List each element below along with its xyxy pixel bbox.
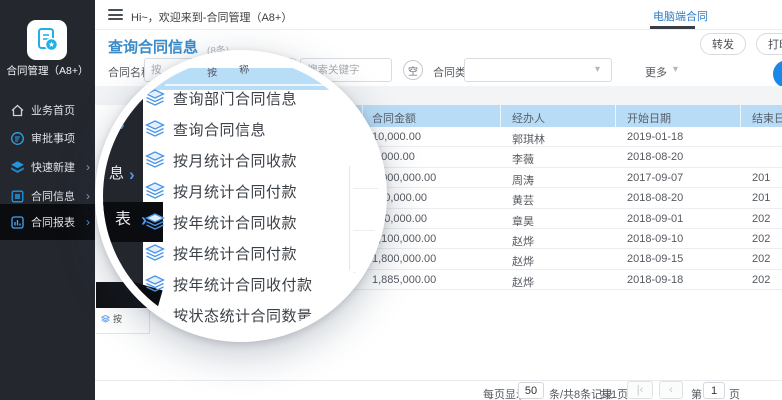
sidebar-item-quick-create[interactable]: 快速新建 ›: [0, 155, 95, 179]
magnifier-overlay: 按 称 › 息 › 表 › 查询部门合同信息 查询合同信息 按月统计合同收款 按…: [95, 50, 387, 342]
chevron-right-icon: ›: [86, 161, 90, 173]
page-number-input[interactable]: 1: [703, 382, 725, 399]
sidebar-item-contract-reports[interactable]: 合同报表 ›: [0, 210, 95, 234]
home-icon: [10, 103, 25, 118]
print-button[interactable]: 打印: [756, 33, 782, 55]
more-caret-icon: ▾: [673, 64, 678, 75]
page-unit-label: 页: [729, 386, 740, 400]
prev-page-button[interactable]: ‹: [659, 381, 683, 399]
flyout-menu-item[interactable]: 按月统计合同付款: [103, 180, 387, 202]
stack-icon: [145, 89, 165, 107]
chevron-right-icon: ›: [86, 216, 90, 228]
sidebar-item-approvals[interactable]: 审批事项: [0, 126, 95, 150]
flyout-menu-item[interactable]: 按年统计合同收付款: [103, 273, 387, 295]
greeting-text: Hi~，欢迎来到-合同管理（A8+）: [131, 9, 292, 25]
contract-doc-icon: ★: [34, 27, 60, 53]
page-title: 查询合同信息: [108, 36, 198, 57]
search-round-button[interactable]: [773, 60, 782, 88]
app-window: Hi~，欢迎来到-合同管理（A8+） 电脑端合同 查询合同信息 (8条) 转发 …: [0, 0, 782, 400]
header-start-date: 开始日期: [627, 110, 671, 126]
app-logo[interactable]: ★: [27, 20, 67, 60]
total-pages-label: 共1页: [600, 386, 628, 400]
flyout-menu-item[interactable]: 按状态统计合同数量: [103, 304, 387, 326]
magnified-text-fragment: 按: [206, 64, 218, 80]
page-label: 第: [691, 386, 702, 400]
select-caret-icon: ▾: [595, 64, 600, 75]
approval-icon: [10, 131, 25, 146]
magnified-input-underline: [165, 84, 340, 86]
stack-icon: [145, 182, 165, 200]
stack-icon: [145, 275, 165, 293]
magnified-text-fragment: 称: [238, 60, 250, 77]
tab-active-underline: [650, 26, 695, 29]
sidebar-item-contract-info[interactable]: 合同信息 ›: [0, 184, 95, 208]
contract-info-icon: [10, 189, 25, 204]
flyout-menu-item[interactable]: 按年统计合同收款: [103, 211, 387, 233]
app-label: 合同管理（A8+）: [0, 63, 95, 78]
sidebar-item-home[interactable]: 业务首页: [0, 98, 95, 122]
flyout-menu-item[interactable]: 查询合同信息: [103, 118, 387, 140]
stack-icon: [145, 244, 165, 262]
header-person: 经办人: [512, 110, 545, 126]
sidebar: ★ 合同管理（A8+） 业务首页 审批事项 快速新建 ›: [0, 0, 95, 400]
flyout-menu-item[interactable]: 按年统计合同付款: [103, 242, 387, 264]
stack-icon: [145, 120, 165, 138]
flyout-menu-item[interactable]: 查询部门合同信息: [103, 87, 387, 109]
empty-filter-button[interactable]: 空: [403, 60, 423, 80]
tab-device-contract[interactable]: 电脑端合同: [653, 8, 708, 24]
hamburger-menu-icon[interactable]: [108, 9, 123, 20]
more-filters-link[interactable]: 更多: [645, 64, 667, 80]
first-page-button[interactable]: |‹: [627, 381, 653, 399]
chevron-right-icon: ›: [86, 190, 90, 202]
forward-button[interactable]: 转发: [700, 33, 746, 55]
stack-icon: [145, 213, 165, 231]
header-end-date: 结束日期: [752, 110, 782, 126]
cube-icon: [10, 160, 25, 175]
per-page-input[interactable]: 50: [518, 382, 544, 399]
stack-icon: [145, 306, 165, 324]
report-chart-icon: [10, 215, 25, 230]
contract-type-select[interactable]: [464, 58, 612, 82]
svg-text:★: ★: [48, 40, 55, 49]
flyout-menu-item[interactable]: 按月统计合同收款: [103, 149, 387, 171]
stack-icon: [145, 151, 165, 169]
